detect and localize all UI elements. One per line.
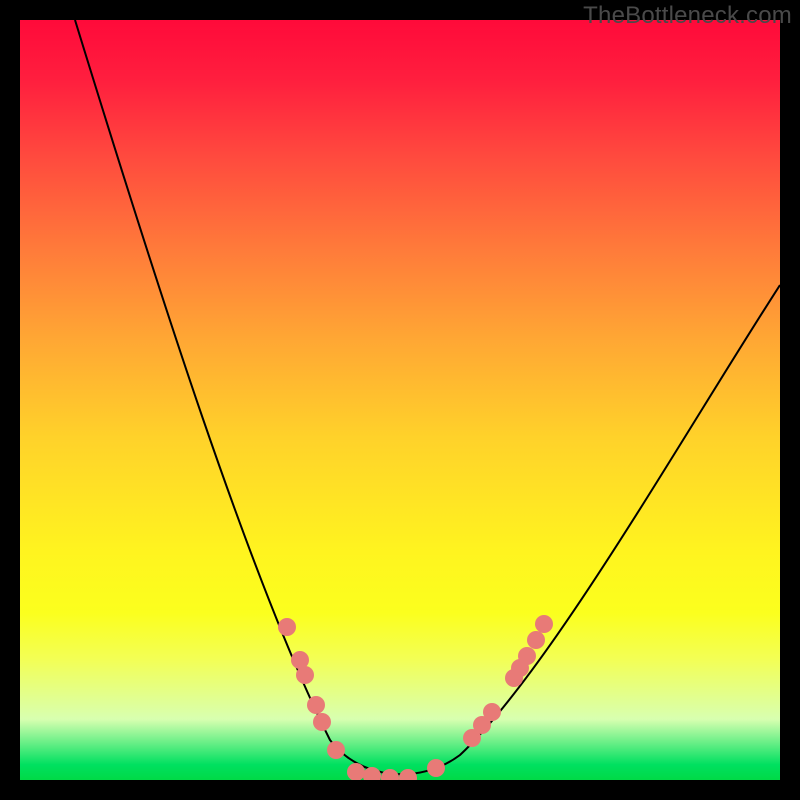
marker-dot xyxy=(518,647,536,665)
marker-dot xyxy=(399,769,417,780)
bottleneck-chart-svg xyxy=(20,20,780,780)
curve-group xyxy=(75,20,780,774)
marker-dot xyxy=(527,631,545,649)
marker-dot xyxy=(307,696,325,714)
marker-dot xyxy=(313,713,331,731)
marker-dot xyxy=(327,741,345,759)
bottleneck-curve xyxy=(75,20,780,774)
marker-dot xyxy=(381,769,399,780)
marker-dot xyxy=(483,703,501,721)
marker-dot xyxy=(278,618,296,636)
marker-dot xyxy=(363,767,381,780)
marker-dot xyxy=(427,759,445,777)
marker-dot xyxy=(535,615,553,633)
marker-dot xyxy=(296,666,314,684)
